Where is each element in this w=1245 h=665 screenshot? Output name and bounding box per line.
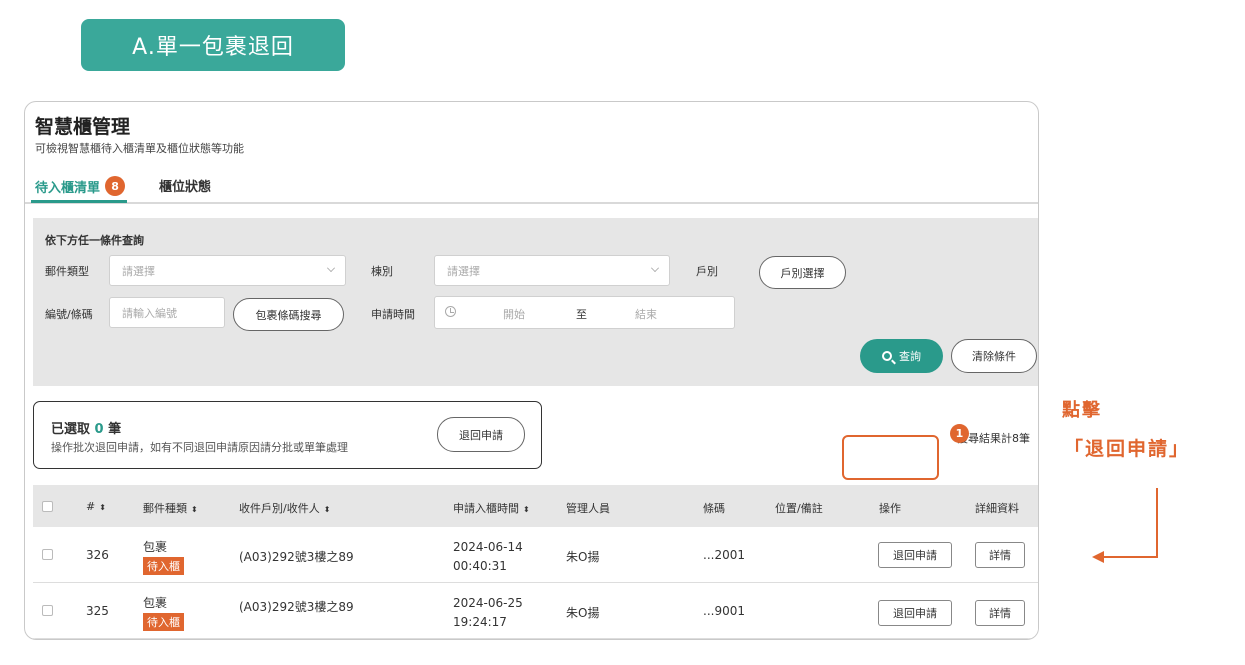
col-location: 位置/備註 bbox=[775, 502, 823, 515]
row-recipient: (A03)292號3樓之89 bbox=[239, 600, 354, 614]
section-banner: A.單一包裹退回 bbox=[81, 19, 345, 71]
col-barcode: 條碼 bbox=[703, 502, 725, 515]
sort-icon: ⬍ bbox=[99, 503, 106, 512]
tab-pending-list[interactable]: 待入櫃清單 8 bbox=[35, 176, 126, 196]
status-badge: 待入櫃 bbox=[143, 557, 184, 575]
page-title: 智慧櫃管理 bbox=[35, 116, 131, 138]
mail-type-text: 包裹 bbox=[143, 596, 168, 610]
select-placeholder: 請選擇 bbox=[122, 264, 155, 278]
col-recipient[interactable]: 收件戶別/收件人 ⬍ bbox=[239, 500, 330, 516]
row-apply-time: 2024-06-25 19:24:17 bbox=[453, 594, 523, 632]
apply-time-label: 申請時間 bbox=[371, 308, 415, 321]
range-separator: 至 bbox=[576, 308, 587, 321]
row-mail-type: 包裹 待入櫃 bbox=[143, 538, 184, 575]
mail-type-select[interactable]: 請選擇 bbox=[109, 255, 346, 286]
household-label: 戶別 bbox=[696, 265, 718, 278]
table-row: 326 包裹 待入櫃 (A03)292號3樓之89 2024-06-14 00:… bbox=[33, 527, 1038, 583]
table-row: 325 包裹 待入櫃 (A03)292號3樓之89 2024-06-25 19:… bbox=[33, 583, 1038, 639]
code-label: 編號/條碼 bbox=[45, 308, 93, 321]
return-button-highlight bbox=[842, 435, 939, 480]
col-manager: 管理人員 bbox=[566, 502, 610, 515]
input-placeholder: 請輸入編號 bbox=[122, 306, 177, 320]
apply-date: 2024-06-25 bbox=[453, 596, 523, 610]
chevron-down-icon bbox=[651, 264, 659, 272]
page-subtitle: 可檢視智慧櫃待入櫃清單及櫃位狀態等功能 bbox=[35, 142, 244, 155]
col-label: 申請入櫃時間 bbox=[453, 502, 519, 515]
code-input[interactable]: 請輸入編號 bbox=[109, 297, 225, 328]
row-apply-time: 2024-06-14 00:40:31 bbox=[453, 538, 523, 576]
col-label: # bbox=[86, 500, 96, 513]
row-checkbox[interactable] bbox=[42, 549, 53, 560]
col-action: 操作 bbox=[879, 502, 901, 515]
select-all-checkbox[interactable] bbox=[42, 501, 53, 512]
selected-unit: 筆 bbox=[108, 422, 122, 437]
search-icon bbox=[882, 351, 892, 361]
smart-locker-panel: 智慧櫃管理 可檢視智慧櫃待入櫃清單及櫃位狀態等功能 待入櫃清單 8 櫃位狀態 依… bbox=[24, 101, 1039, 640]
apply-clock-time: 00:40:31 bbox=[453, 559, 507, 573]
sort-icon: ⬍ bbox=[191, 505, 198, 514]
building-select[interactable]: 請選擇 bbox=[434, 255, 670, 286]
col-num[interactable]: # ⬍ bbox=[86, 500, 106, 513]
mail-type-label: 郵件類型 bbox=[45, 265, 89, 278]
chevron-down-icon bbox=[327, 264, 335, 272]
row-barcode: ...2001 bbox=[703, 548, 745, 562]
search-button-label: 查詢 bbox=[899, 350, 921, 363]
selected-number: 0 bbox=[94, 422, 104, 437]
mail-type-text: 包裹 bbox=[143, 540, 168, 554]
step-marker: 1 bbox=[950, 424, 969, 443]
return-request-button[interactable]: 退回申請 bbox=[878, 542, 952, 568]
clear-filters-button[interactable]: 清除條件 bbox=[951, 339, 1037, 373]
row-manager: 朱O揚 bbox=[566, 550, 600, 564]
date-range-input[interactable]: 開始 至 結束 bbox=[434, 296, 735, 329]
row-recipient: (A03)292號3樓之89 bbox=[239, 550, 354, 564]
select-placeholder: 請選擇 bbox=[447, 264, 480, 278]
arrow-line-horizontal bbox=[1101, 556, 1158, 558]
detail-button[interactable]: 詳情 bbox=[975, 542, 1025, 568]
detail-button[interactable]: 詳情 bbox=[975, 600, 1025, 626]
search-button[interactable]: 查詢 bbox=[860, 339, 943, 373]
apply-date: 2024-06-14 bbox=[453, 540, 523, 554]
building-label: 棟別 bbox=[371, 265, 393, 278]
tab-locker-status[interactable]: 櫃位狀態 bbox=[159, 176, 211, 195]
return-request-button[interactable]: 退回申請 bbox=[878, 600, 952, 626]
sort-icon: ⬍ bbox=[523, 505, 530, 514]
arrow-left-icon bbox=[1092, 551, 1104, 563]
filter-panel: 依下方任一條件查詢 郵件類型 請選擇 棟別 請選擇 戶別 戶別選擇 編號/條碼 … bbox=[33, 218, 1038, 386]
start-date[interactable]: 開始 bbox=[503, 306, 525, 322]
row-mail-type: 包裹 待入櫃 bbox=[143, 594, 184, 631]
selected-count: 已選取 0 筆 bbox=[51, 418, 121, 437]
active-tab-indicator bbox=[31, 200, 127, 203]
status-badge: 待入櫃 bbox=[143, 613, 184, 631]
row-barcode: ...9001 bbox=[703, 604, 745, 618]
col-label: 收件戶別/收件人 bbox=[239, 502, 320, 515]
tab-label: 櫃位狀態 bbox=[159, 180, 212, 195]
clock-icon bbox=[445, 306, 456, 317]
selected-prefix: 已選取 bbox=[51, 422, 91, 437]
col-detail: 詳細資料 bbox=[975, 502, 1019, 515]
end-date[interactable]: 結束 bbox=[635, 306, 657, 322]
batch-selection-box: 已選取 0 筆 操作批次退回申請，如有不同退回申請原因請分批或單筆處理 退回申請 bbox=[33, 401, 542, 469]
row-num: 325 bbox=[86, 604, 109, 618]
batch-description: 操作批次退回申請，如有不同退回申請原因請分批或單筆處理 bbox=[51, 441, 348, 454]
batch-return-button[interactable]: 退回申請 bbox=[437, 417, 525, 452]
sort-icon: ⬍ bbox=[323, 505, 331, 514]
barcode-search-button[interactable]: 包裹條碼搜尋 bbox=[233, 298, 344, 331]
col-label: 郵件種類 bbox=[143, 502, 187, 515]
filter-title: 依下方任一條件查詢 bbox=[45, 234, 144, 247]
row-manager: 朱O揚 bbox=[566, 606, 600, 620]
apply-clock-time: 19:24:17 bbox=[453, 615, 507, 629]
instruction-line-1: 點擊 bbox=[1062, 400, 1102, 421]
row-checkbox[interactable] bbox=[42, 605, 53, 616]
tab-label: 待入櫃清單 bbox=[35, 180, 101, 196]
instruction-line-2: 「退回申請」 bbox=[1064, 438, 1191, 460]
col-apply-time[interactable]: 申請入櫃時間 ⬍ bbox=[453, 500, 530, 516]
count-badge: 8 bbox=[105, 176, 126, 196]
arrow-line-vertical bbox=[1156, 488, 1158, 558]
row-num: 326 bbox=[86, 548, 109, 562]
table-header: # ⬍ 郵件種類 ⬍ 收件戶別/收件人 ⬍ 申請入櫃時間 ⬍ 管理人員 條碼 位置/備註… bbox=[33, 485, 1038, 527]
household-select-button[interactable]: 戶別選擇 bbox=[759, 256, 846, 289]
tab-bar: 待入櫃清單 8 櫃位狀態 bbox=[25, 168, 1038, 204]
col-mail-type[interactable]: 郵件種類 ⬍ bbox=[143, 500, 198, 516]
